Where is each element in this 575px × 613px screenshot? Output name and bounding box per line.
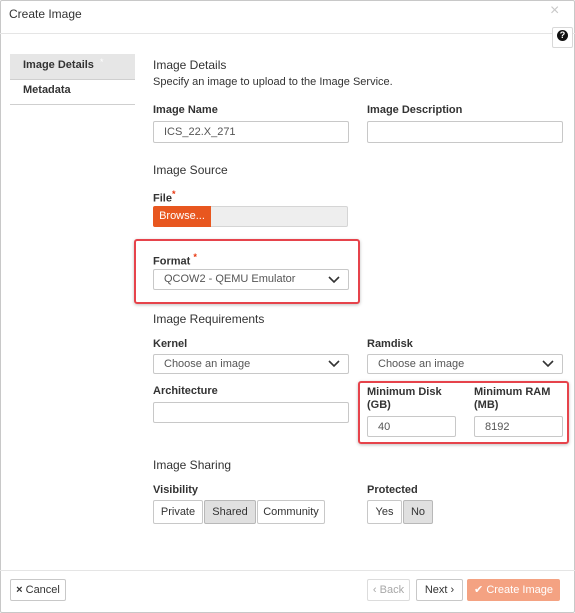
required-marker: *	[193, 252, 197, 262]
ramdisk-select-value: Choose an image	[378, 358, 465, 370]
kernel-select[interactable]: Choose an image	[153, 354, 349, 374]
format-select-value: QCOW2 - QEMU Emulator	[164, 273, 296, 285]
architecture-input[interactable]	[153, 402, 349, 423]
next-button-label: Next	[424, 584, 448, 596]
nav-item-image-details[interactable]: Image Details *	[10, 54, 135, 80]
nav-item-label: Image Details	[23, 59, 94, 71]
protected-no-button[interactable]: No	[403, 500, 433, 524]
chevron-left-icon: ‹	[372, 584, 377, 596]
ramdisk-select[interactable]: Choose an image	[367, 354, 563, 374]
help-icon: ?	[557, 30, 568, 41]
format-label: Format *	[153, 252, 197, 268]
required-marker: *	[100, 57, 104, 67]
min-ram-label-line2: (MB)	[474, 399, 499, 411]
check-icon: ✔	[474, 584, 484, 596]
ramdisk-label: Ramdisk	[367, 338, 413, 350]
browse-button[interactable]: Browse...	[153, 206, 211, 227]
header-divider	[0, 33, 575, 34]
visibility-private-button[interactable]: Private	[153, 500, 203, 524]
cancel-button[interactable]: × Cancel	[10, 579, 66, 601]
nav-item-label: Metadata	[23, 84, 71, 96]
file-name-field[interactable]	[211, 206, 348, 227]
min-disk-input[interactable]: 40	[367, 416, 456, 437]
nav-item-metadata[interactable]: Metadata	[10, 80, 135, 105]
close-icon: ×	[16, 584, 23, 596]
image-details-heading: Image Details	[153, 58, 227, 72]
min-ram-label: Minimum RAM (MB)	[474, 386, 550, 412]
image-description-input[interactable]	[367, 121, 563, 143]
min-ram-label-line1: Minimum RAM	[474, 386, 551, 398]
back-button-label: Back	[379, 584, 405, 596]
chevron-down-icon	[328, 276, 340, 284]
create-image-button[interactable]: ✔ Create Image	[467, 579, 560, 601]
format-select[interactable]: QCOW2 - QEMU Emulator	[153, 269, 349, 290]
image-requirements-heading: Image Requirements	[153, 312, 265, 326]
next-button[interactable]: Next ›	[416, 579, 463, 601]
kernel-label: Kernel	[153, 338, 188, 350]
image-sharing-heading: Image Sharing	[153, 458, 232, 472]
min-ram-input[interactable]: 8192	[474, 416, 563, 437]
chevron-down-icon	[542, 360, 554, 368]
kernel-select-value: Choose an image	[164, 358, 251, 370]
create-image-button-label: Create Image	[486, 584, 553, 596]
file-label-text: File	[153, 192, 172, 205]
architecture-label: Architecture	[153, 385, 218, 397]
min-disk-label-line1: Minimum Disk	[367, 386, 442, 398]
visibility-shared-button[interactable]: Shared	[204, 500, 256, 524]
protected-label: Protected	[367, 484, 418, 496]
footer-divider	[0, 570, 575, 571]
min-disk-label-line2: (GB)	[367, 399, 391, 411]
min-disk-label: Minimum Disk (GB)	[367, 386, 442, 412]
protected-yes-button[interactable]: Yes	[367, 500, 402, 524]
format-label-text: Format	[153, 255, 191, 268]
help-button[interactable]: ?	[552, 27, 573, 48]
back-button[interactable]: ‹ Back	[367, 579, 410, 601]
chevron-down-icon	[328, 360, 340, 368]
chevron-right-icon: ›	[450, 584, 455, 596]
image-details-description: Specify an image to upload to the Image …	[153, 76, 393, 88]
required-marker: *	[171, 189, 176, 199]
image-name-label: Image Name	[153, 104, 218, 116]
file-label: File*	[153, 189, 176, 205]
image-description-label: Image Description	[367, 104, 463, 116]
image-name-input[interactable]: ICS_22.X_271	[153, 121, 349, 143]
image-source-heading: Image Source	[153, 163, 228, 177]
cancel-button-label: Cancel	[25, 584, 60, 596]
dialog-title: Create Image	[9, 7, 82, 21]
close-icon[interactable]: ×	[550, 3, 559, 19]
visibility-community-button[interactable]: Community	[257, 500, 325, 524]
visibility-label: Visibility	[153, 484, 199, 496]
